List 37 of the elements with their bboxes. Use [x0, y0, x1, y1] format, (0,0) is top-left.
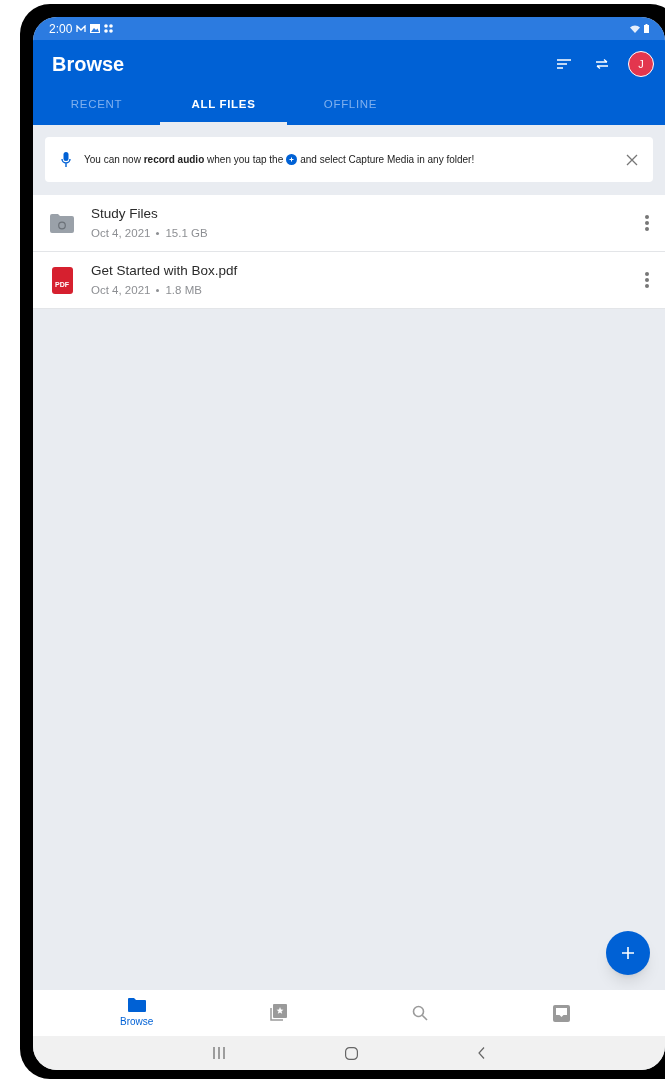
more-vertical-icon — [645, 272, 649, 288]
plus-icon — [622, 947, 634, 959]
banner-text: and select Capture Media in any folder! — [300, 153, 476, 167]
swap-arrows-icon — [596, 59, 608, 69]
add-fab[interactable] — [606, 931, 650, 975]
file-name: Study Files — [91, 205, 159, 224]
microphone-icon — [61, 152, 71, 167]
image-icon — [90, 24, 101, 33]
inbox-icon — [552, 1004, 570, 1022]
file-name: Get Started with Box.pdf — [91, 262, 239, 281]
sort-icon — [557, 59, 571, 69]
apps-icon — [104, 24, 114, 33]
shared-folder-icon — [50, 213, 74, 233]
avatar[interactable]: J — [628, 51, 654, 77]
file-size: 15.1 GB — [165, 225, 208, 241]
wifi-icon — [630, 24, 640, 33]
status-time: 2:00 — [49, 20, 73, 38]
close-icon — [626, 153, 638, 166]
banner-text: You can now record audio when you tap the — [84, 153, 284, 167]
file-size: 1.8 MB — [165, 282, 202, 298]
more-vertical-icon — [645, 215, 649, 231]
recent-apps-icon — [213, 1047, 225, 1059]
tab[interactable]: ALL FILES — [160, 88, 287, 125]
file-row[interactable]: Study Files Oct 4, 2021 15.1 GB — [33, 195, 665, 252]
search-icon — [411, 1005, 428, 1021]
home-icon — [345, 1046, 358, 1060]
plus-circle-icon — [286, 154, 298, 165]
nav-item[interactable]: Browse — [66, 990, 208, 1036]
mail-icon — [76, 24, 87, 33]
page-title: Browse — [52, 52, 126, 77]
close-button[interactable] — [625, 152, 639, 167]
folder-icon — [127, 997, 146, 1012]
file-date: Oct 4, 2021 — [91, 282, 151, 298]
battery-icon — [644, 24, 649, 33]
back-icon — [478, 1047, 485, 1059]
file-date: Oct 4, 2021 — [91, 225, 151, 241]
starred-stack-icon — [269, 1004, 288, 1022]
